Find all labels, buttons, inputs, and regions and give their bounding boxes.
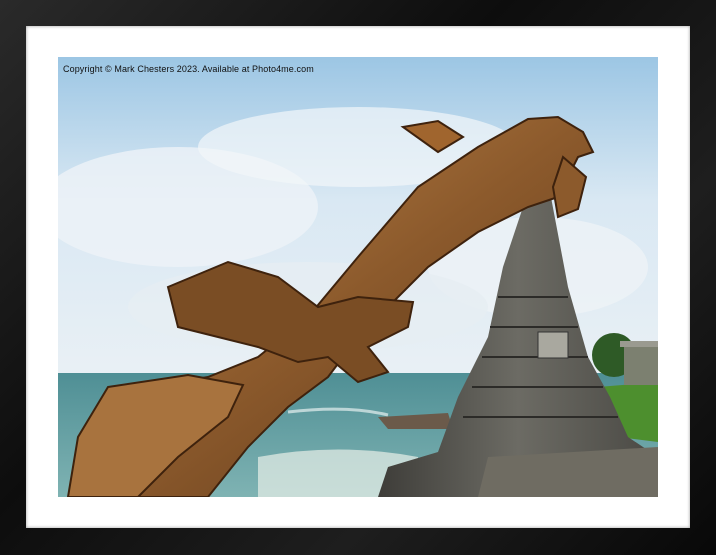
- copyright-notice: Copyright © Mark Chesters 2023. Availabl…: [63, 64, 314, 74]
- framed-photo: [58, 57, 658, 497]
